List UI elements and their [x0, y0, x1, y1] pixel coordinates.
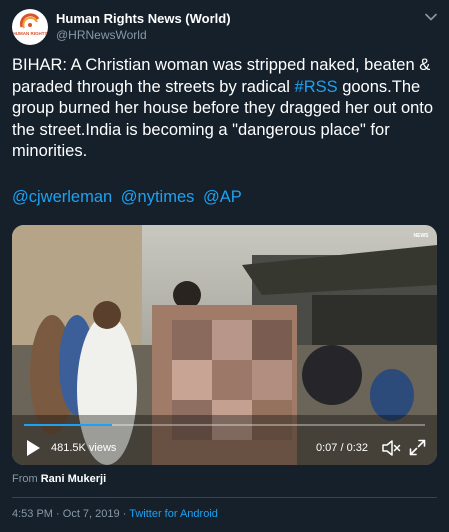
tweet-meta: 4:53 PM · Oct 7, 2019 · Twitter for Andr… — [12, 508, 218, 520]
avatar-logo-text: HUMAN RIGHTS — [12, 31, 48, 36]
avatar[interactable]: HUMAN RIGHTS — [12, 9, 48, 45]
chevron-down-icon[interactable] — [424, 10, 438, 24]
video-player[interactable]: NEWS 481.5K views 0:07 / 0:32 — [12, 225, 437, 465]
news-logo: NEWS — [413, 233, 429, 239]
video-progress-bar[interactable] — [24, 424, 425, 426]
mute-icon[interactable] — [381, 439, 401, 457]
mention-link[interactable]: @AP — [203, 188, 242, 206]
logo-icon — [19, 13, 40, 29]
video-frame — [12, 225, 437, 465]
media-attribution: From Rani Mukerji — [12, 473, 106, 485]
video-progress-fill — [24, 424, 113, 426]
divider — [12, 497, 437, 498]
tweet-date[interactable]: Oct 7, 2019 — [63, 508, 120, 520]
attribution-prefix: From — [12, 473, 38, 485]
tweet-time[interactable]: 4:53 PM — [12, 508, 53, 520]
mentions: @cjwerleman @nytimes @AP — [12, 187, 246, 208]
video-time: 0:07 / 0:32 — [316, 442, 368, 454]
fullscreen-icon[interactable] — [409, 439, 426, 456]
hashtag-link[interactable]: #RSS — [295, 78, 338, 96]
mention-link[interactable]: @nytimes — [121, 188, 195, 206]
attribution-source[interactable]: Rani Mukerji — [41, 473, 106, 485]
meta-separator: · — [56, 508, 60, 520]
tweet-card: HUMAN RIGHTS Human Rights News (World) @… — [0, 0, 449, 532]
play-icon[interactable] — [25, 439, 41, 457]
mention-link[interactable]: @cjwerleman — [12, 188, 112, 206]
author-name[interactable]: Human Rights News (World) — [56, 11, 231, 26]
meta-separator: · — [122, 508, 127, 520]
tweet-text: BIHAR: A Christian woman was stripped na… — [12, 55, 440, 163]
author-handle[interactable]: @HRNewsWorld — [56, 28, 147, 42]
client-app-link[interactable]: Twitter for Android — [129, 508, 218, 520]
view-count: 481.5K views — [51, 442, 117, 454]
